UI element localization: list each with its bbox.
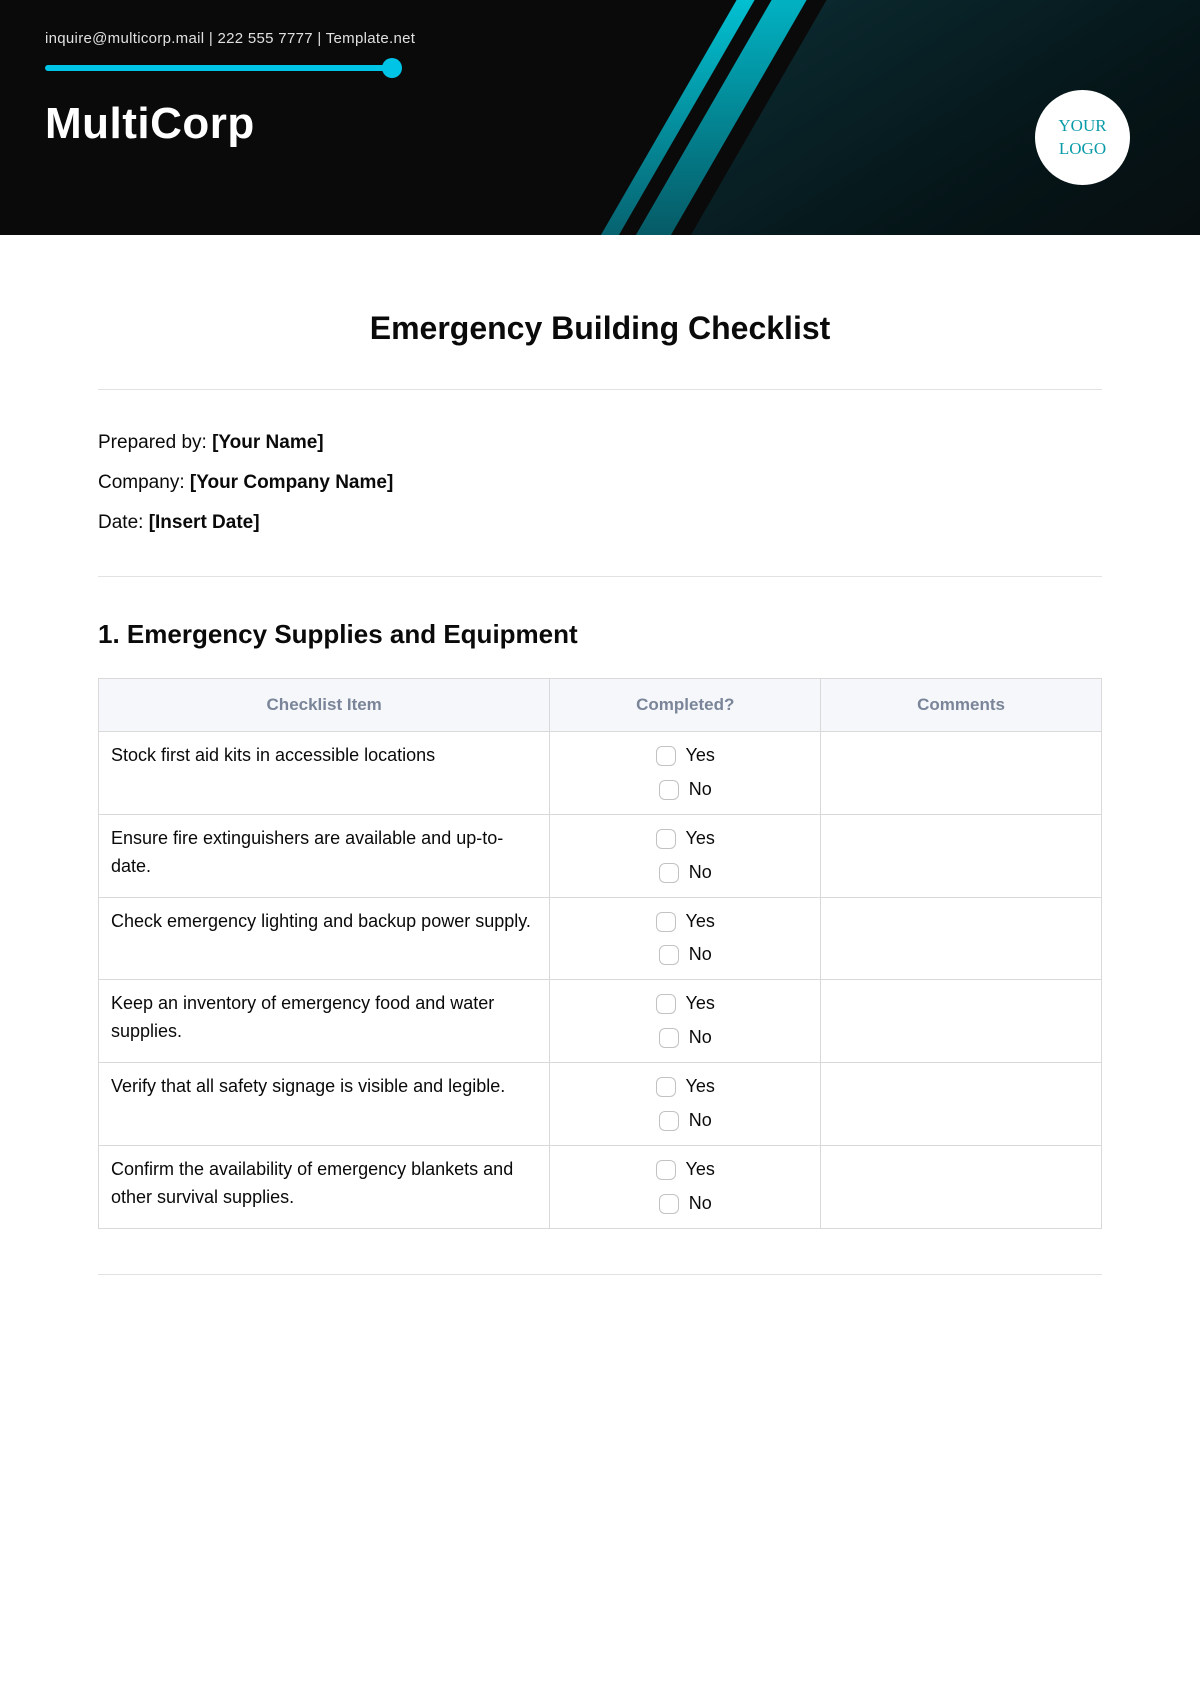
yes-label: Yes — [686, 990, 715, 1018]
col-header-completed: Completed? — [550, 679, 821, 732]
completed-cell: Yes No — [550, 814, 821, 897]
table-row: Verify that all safety signage is visibl… — [99, 1063, 1102, 1146]
section-heading: 1. Emergency Supplies and Equipment — [98, 619, 1102, 650]
completed-cell: Yes No — [550, 897, 821, 980]
table-row: Keep an inventory of emergency food and … — [99, 980, 1102, 1063]
checklist-item-text: Verify that all safety signage is visibl… — [99, 1063, 550, 1146]
divider — [98, 576, 1102, 577]
checklist-table: Checklist Item Completed? Comments Stock… — [98, 678, 1102, 1229]
divider — [98, 389, 1102, 390]
checkbox-yes[interactable] — [656, 829, 676, 849]
comments-cell[interactable] — [821, 1063, 1102, 1146]
checkbox-yes[interactable] — [656, 912, 676, 932]
no-label: No — [689, 859, 712, 887]
checkbox-no[interactable] — [659, 945, 679, 965]
checkbox-no[interactable] — [659, 1028, 679, 1048]
yes-label: Yes — [686, 742, 715, 770]
document-header: inquire@multicorp.mail | 222 555 7777 | … — [0, 0, 1200, 235]
no-label: No — [689, 1024, 712, 1052]
checklist-item-text: Ensure fire extinguishers are available … — [99, 814, 550, 897]
meta-date: Date: [Insert Date] — [98, 512, 1102, 534]
checkbox-no[interactable] — [659, 780, 679, 800]
accent-bar — [45, 65, 395, 71]
col-header-item: Checklist Item — [99, 679, 550, 732]
logo-text-line2: LOGO — [1059, 139, 1106, 158]
meta-prepared-by: Prepared by: [Your Name] — [98, 432, 1102, 454]
meta-label: Date: — [98, 512, 149, 533]
no-label: No — [689, 1107, 712, 1135]
meta-value[interactable]: [Your Company Name] — [190, 472, 393, 493]
logo-placeholder: YOUR LOGO — [1035, 90, 1130, 185]
table-row: Confirm the availability of emergency bl… — [99, 1145, 1102, 1228]
checkbox-yes[interactable] — [656, 1160, 676, 1180]
comments-cell[interactable] — [821, 732, 1102, 815]
checkbox-no[interactable] — [659, 1194, 679, 1214]
no-label: No — [689, 941, 712, 969]
meta-label: Company: — [98, 472, 190, 493]
checkbox-yes[interactable] — [656, 746, 676, 766]
comments-cell[interactable] — [821, 897, 1102, 980]
logo-text-line1: YOUR — [1058, 116, 1106, 135]
col-header-comments: Comments — [821, 679, 1102, 732]
yes-label: Yes — [686, 1073, 715, 1101]
meta-value[interactable]: [Your Name] — [212, 432, 324, 453]
yes-label: Yes — [686, 908, 715, 936]
document-title: Emergency Building Checklist — [98, 310, 1102, 347]
table-row: Ensure fire extinguishers are available … — [99, 814, 1102, 897]
checkbox-yes[interactable] — [656, 994, 676, 1014]
comments-cell[interactable] — [821, 814, 1102, 897]
meta-company: Company: [Your Company Name] — [98, 472, 1102, 494]
yes-label: Yes — [686, 825, 715, 853]
document-body: Emergency Building Checklist Prepared by… — [0, 235, 1200, 1325]
comments-cell[interactable] — [821, 980, 1102, 1063]
checkbox-no[interactable] — [659, 863, 679, 883]
checkbox-yes[interactable] — [656, 1077, 676, 1097]
no-label: No — [689, 1190, 712, 1218]
meta-value[interactable]: [Insert Date] — [149, 512, 260, 533]
completed-cell: Yes No — [550, 732, 821, 815]
completed-cell: Yes No — [550, 980, 821, 1063]
checkbox-no[interactable] — [659, 1111, 679, 1131]
no-label: No — [689, 776, 712, 804]
checklist-item-text: Keep an inventory of emergency food and … — [99, 980, 550, 1063]
completed-cell: Yes No — [550, 1063, 821, 1146]
meta-label: Prepared by: — [98, 432, 212, 453]
yes-label: Yes — [686, 1156, 715, 1184]
divider — [98, 1274, 1102, 1275]
checklist-item-text: Stock first aid kits in accessible locat… — [99, 732, 550, 815]
checklist-item-text: Check emergency lighting and backup powe… — [99, 897, 550, 980]
table-row: Check emergency lighting and backup powe… — [99, 897, 1102, 980]
checklist-item-text: Confirm the availability of emergency bl… — [99, 1145, 550, 1228]
comments-cell[interactable] — [821, 1145, 1102, 1228]
table-row: Stock first aid kits in accessible locat… — [99, 732, 1102, 815]
completed-cell: Yes No — [550, 1145, 821, 1228]
